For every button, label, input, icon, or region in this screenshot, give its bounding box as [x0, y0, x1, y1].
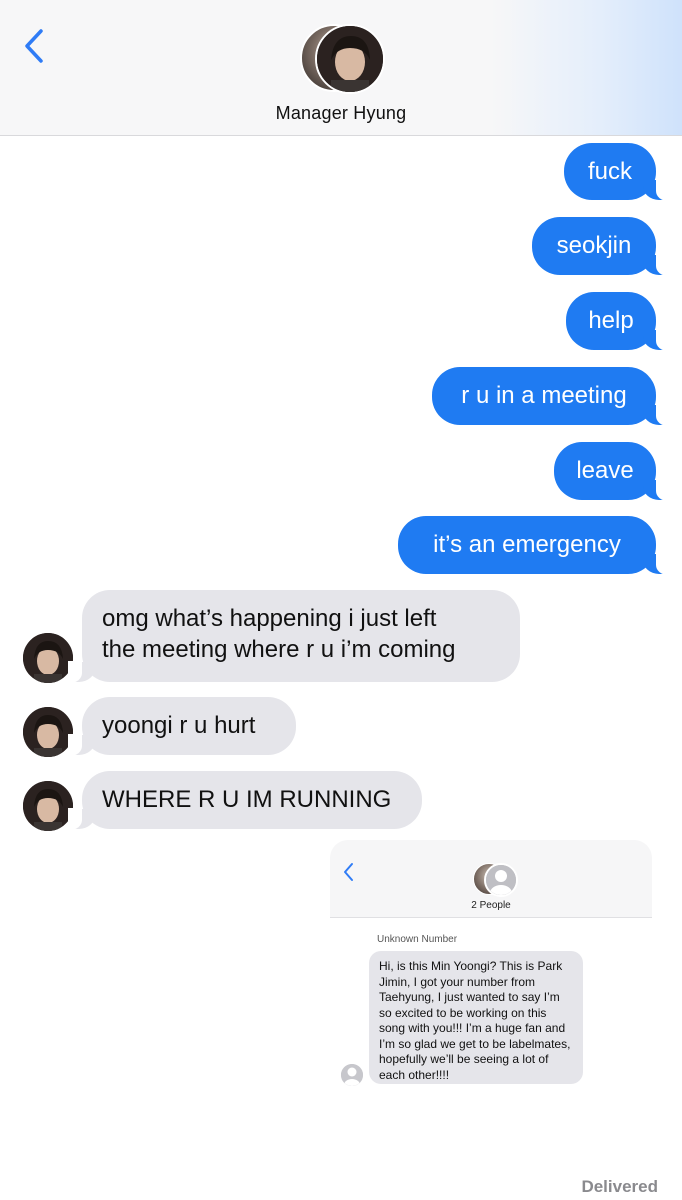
sender-avatar[interactable]: [23, 707, 73, 757]
message-text: WHERE R U IM RUNNING: [102, 786, 392, 813]
message-text-line: the meeting where r u i’m coming: [102, 636, 456, 663]
message-text: leave: [576, 457, 634, 484]
contact-name[interactable]: Manager Hyung: [0, 103, 682, 124]
outgoing-message[interactable]: r u in a meeting: [432, 367, 670, 426]
chevron-left-icon: [344, 863, 353, 881]
outgoing-message[interactable]: seokjin: [532, 217, 670, 276]
message-text: it’s an emergency: [433, 531, 621, 558]
message-text: help: [588, 307, 634, 334]
message-text: seokjin: [556, 232, 632, 259]
person-icon: [486, 865, 516, 895]
message-text: yoongi r u hurt: [102, 712, 256, 739]
incoming-message[interactable]: omg what’s happening i just left the mee…: [68, 590, 520, 683]
sender-avatar[interactable]: [23, 781, 73, 831]
outgoing-message[interactable]: it’s an emergency: [398, 516, 670, 575]
incoming-message[interactable]: yoongi r u hurt: [68, 697, 296, 756]
contact-avatar-primary: [315, 24, 385, 94]
screenshot-message: Hi, is this Min Yoongi? This is Park Jim…: [369, 951, 583, 1084]
outgoing-message[interactable]: leave: [554, 442, 670, 501]
message-text: fuck: [587, 158, 632, 185]
sender-avatar[interactable]: [23, 633, 73, 683]
attached-screenshot[interactable]: 2 People Unknown Number Hi, is this Min …: [330, 840, 652, 1090]
outgoing-message[interactable]: fuck: [564, 143, 670, 201]
outgoing-message[interactable]: help: [566, 292, 670, 351]
chevron-left-icon: [25, 29, 43, 63]
back-button[interactable]: [16, 24, 52, 68]
delivery-status: Delivered: [581, 1177, 658, 1196]
message-text: r u in a meeting: [461, 382, 627, 409]
sender-label: Unknown Number: [377, 934, 458, 945]
conversation-header: Manager Hyung: [0, 0, 682, 136]
person-icon: [341, 1064, 363, 1086]
group-label: 2 People: [471, 900, 511, 911]
screenshot-placeholder-avatar: [484, 863, 518, 897]
unknown-sender-avatar: [341, 1064, 363, 1086]
contact-avatar[interactable]: [300, 24, 385, 94]
screenshot-back-chevron: [340, 860, 358, 884]
message-text-line: omg what’s happening i just left: [102, 605, 437, 632]
screenshot-header: 2 People: [330, 840, 652, 918]
incoming-message[interactable]: WHERE R U IM RUNNING: [68, 771, 422, 830]
